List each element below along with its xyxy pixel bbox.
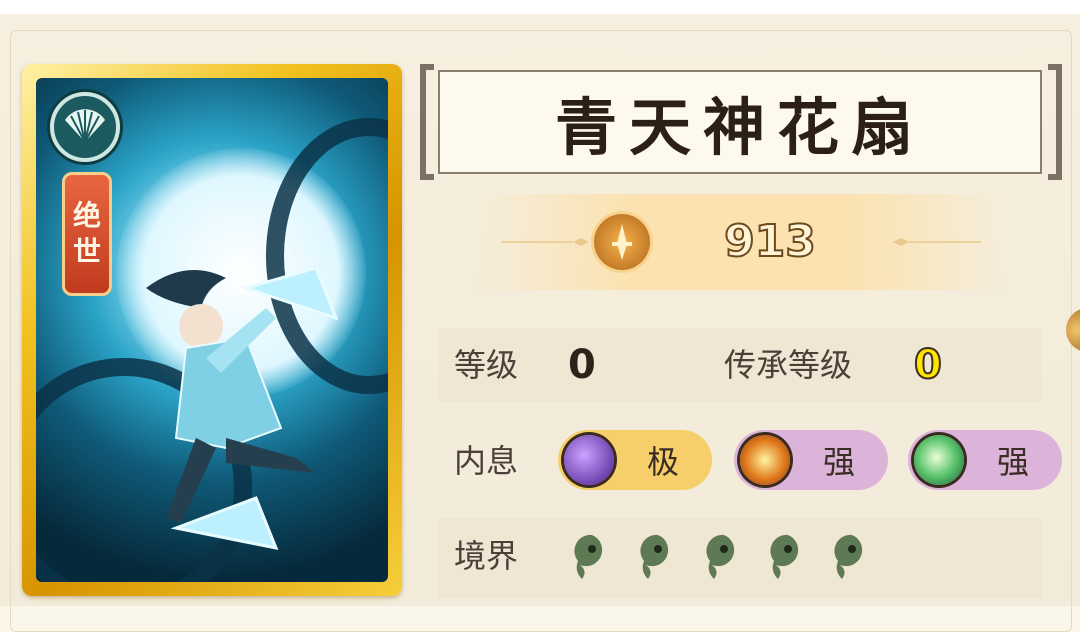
inner-breath-grade: 强 (822, 443, 855, 481)
level-row: 等级 0 传承等级 0 (438, 328, 1042, 402)
magatama-icon (834, 534, 863, 579)
purple-moon-icon (564, 435, 614, 485)
title-bracket-left (420, 64, 434, 180)
magatama-icon (640, 534, 669, 579)
level-value: 0 (568, 342, 596, 388)
inherit-level-label: 传承等级 (724, 346, 853, 384)
rarity-badge: 绝 世 (62, 172, 112, 296)
weapon-card[interactable]: 绝 世 (22, 64, 402, 596)
level-label: 等级 (454, 346, 519, 384)
green-crescent-icon (914, 435, 964, 485)
inner-breath-grade: 极 (646, 443, 679, 481)
inner-breath-slot-1[interactable]: 极 (558, 430, 712, 490)
power-value: 913 (723, 215, 817, 268)
title-bracket-right (1048, 64, 1062, 180)
ornament-left (501, 238, 589, 246)
magatama-icon (770, 534, 799, 579)
character-figure (146, 266, 339, 551)
sun-orb-icon (740, 435, 790, 485)
weapon-name: 青天神花扇 (554, 91, 925, 164)
inner-breath-slot-3[interactable]: 强 (908, 430, 1062, 490)
realm-label: 境界 (454, 537, 519, 575)
inherit-level-value: 0 (913, 342, 943, 388)
top-strip (0, 0, 1080, 14)
inner-breath-label: 内息 (454, 442, 519, 480)
card-artwork: 绝 世 (36, 78, 388, 582)
rarity-badge-char: 绝 (72, 199, 101, 232)
ornament-right (893, 238, 981, 246)
rarity-badge-char: 世 (72, 235, 101, 268)
sword-emblem-icon (594, 214, 650, 270)
magatama-icon (706, 534, 735, 579)
fan-icon (50, 92, 120, 162)
magatama-icon (574, 534, 603, 579)
inner-breath-grade: 强 (996, 443, 1029, 481)
inner-breath-slot-2[interactable]: 强 (734, 430, 888, 490)
